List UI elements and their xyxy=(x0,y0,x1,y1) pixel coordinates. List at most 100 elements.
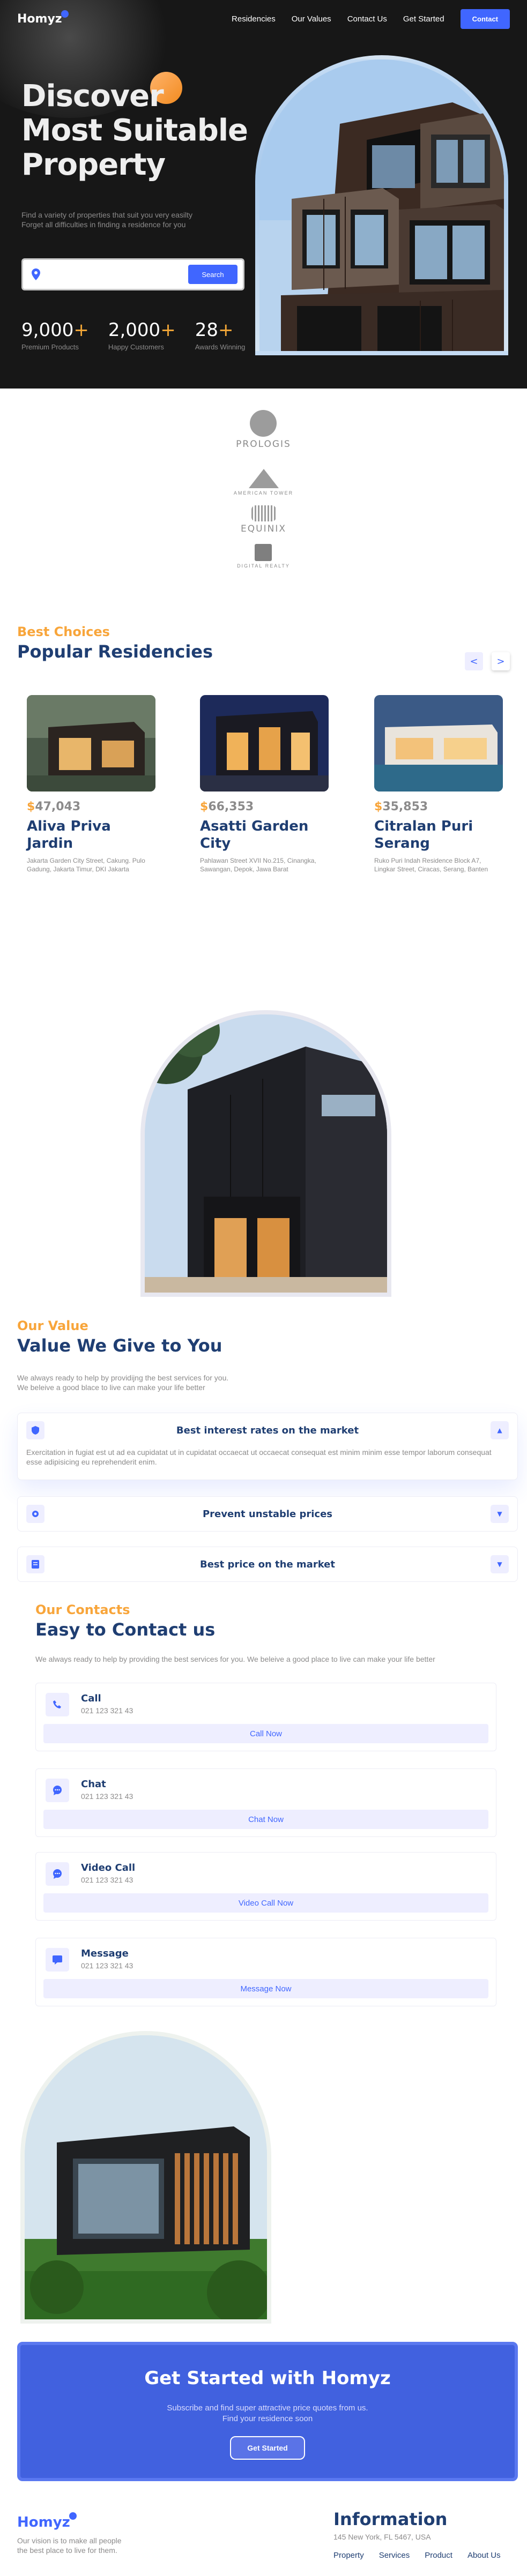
company-name: DIGITAL REALTY xyxy=(237,563,290,569)
contact-card-top: Call 021 123 321 43 xyxy=(46,1693,488,1716)
contact-card-title: Message xyxy=(81,1948,129,1959)
contact-card-top: Video Call 021 123 321 43 xyxy=(46,1862,488,1886)
hero-building-illustration xyxy=(259,59,504,351)
contact-card-chat: Chat 021 123 321 43 Chat Now xyxy=(35,1768,496,1837)
hero-title-line-3: Property xyxy=(21,147,166,182)
contact-card-title: Call xyxy=(81,1693,101,1704)
contact-card-message: Message 021 123 321 43 Message Now xyxy=(35,1938,496,2006)
stat-plus: + xyxy=(160,319,176,341)
stat-label: Awards Winning xyxy=(195,343,246,351)
residency-name: Aliva Priva Jardin xyxy=(27,818,111,852)
nav-link-get-started[interactable]: Get Started xyxy=(403,14,444,24)
footer-vision-line-1: Our vision is to make all people xyxy=(17,2536,122,2545)
footer: Homyz Our vision is to make all people t… xyxy=(0,2503,527,2563)
accordion-item-unstable-prices: Prevent unstable prices ▼ xyxy=(17,1496,518,1532)
nav-links: Residencies Our Values Contact Us Get St… xyxy=(232,9,510,29)
gear-icon xyxy=(26,1505,44,1523)
contact-tag: Our Contacts xyxy=(35,1602,130,1617)
contact-card-top: Chat 021 123 321 43 xyxy=(46,1779,488,1802)
stat-awards-winning: 28+ Awards Winning xyxy=(195,319,246,351)
hero-search-button[interactable]: Search xyxy=(188,265,237,284)
accordion-header[interactable]: Best price on the market ▼ xyxy=(18,1547,517,1581)
residency-price: $35,853 xyxy=(374,800,506,813)
footer-vision-line-2: the best place to live for them. xyxy=(17,2546,117,2555)
nav-link-contact-us[interactable]: Contact Us xyxy=(347,14,387,24)
contact-card-number: 021 123 321 43 xyxy=(81,1792,133,1801)
footer-logo[interactable]: Homyz xyxy=(17,2512,77,2530)
residencies-tag: Best Choices xyxy=(17,624,110,639)
nav-contact-button[interactable]: Contact xyxy=(460,9,510,29)
accordion-body: Exercitation in fugiat est ut ad ea cupi… xyxy=(26,1448,492,1466)
site-logo[interactable]: Homyz xyxy=(17,10,69,26)
accordion-toggle-button[interactable]: ▲ xyxy=(491,1421,509,1439)
contact-section: Our Contacts Easy to Contact us We alway… xyxy=(0,1602,527,2020)
residency-card[interactable]: $35,853 Citralan Puri Serang Ruko Puri I… xyxy=(372,695,506,873)
stat-number: 9,000+ xyxy=(21,319,89,341)
residency-price: $47,043 xyxy=(27,800,158,813)
company-american-tower: AMERICAN TOWER xyxy=(234,469,293,496)
accordion-title: Best price on the market xyxy=(199,1558,335,1570)
accordion-header[interactable]: Prevent unstable prices ▼ xyxy=(18,1497,517,1531)
equinix-logo-icon xyxy=(251,505,276,521)
footer-vision: Our vision is to make all people the bes… xyxy=(17,2536,146,2555)
hero-stats: 9,000+ Premium Products 2,000+ Happy Cus… xyxy=(21,319,245,351)
hero-search-input[interactable] xyxy=(47,265,188,283)
footer-link-property[interactable]: Property xyxy=(333,2551,364,2560)
residency-address: Ruko Puri Indah Residence Block A7, Ling… xyxy=(374,857,488,873)
footer-link-product[interactable]: Product xyxy=(425,2551,452,2560)
stat-plus: + xyxy=(218,319,234,341)
accordion-title: Prevent unstable prices xyxy=(202,1508,333,1520)
slider-prev-button[interactable]: < xyxy=(465,652,483,670)
accordion-item-interest-rates: Best interest rates on the market ▲ Exer… xyxy=(17,1413,518,1480)
get-started-button[interactable]: Get Started xyxy=(230,2436,305,2460)
currency-symbol: $ xyxy=(200,800,209,813)
nav-link-our-values[interactable]: Our Values xyxy=(292,14,331,24)
slider-next-button[interactable]: > xyxy=(492,652,510,670)
contact-card-info: Chat 021 123 321 43 xyxy=(81,1779,133,1801)
residency-image-illustration xyxy=(27,695,155,792)
shield-icon xyxy=(26,1421,44,1439)
value-description-line-2: We beleive a good blace to live can make… xyxy=(17,1383,205,1392)
accordion-header[interactable]: Best interest rates on the market ▲ xyxy=(18,1413,517,1447)
hero-search-bar: Search xyxy=(21,258,244,290)
contact-card-title: Chat xyxy=(81,1779,106,1790)
get-started-text: Subscribe and find super attractive pric… xyxy=(167,2403,368,2424)
residency-image xyxy=(200,695,329,792)
company-name: EQUINIX xyxy=(241,524,286,534)
message-now-button[interactable]: Message Now xyxy=(43,1979,488,1998)
hero-title-line-2: Most Suitable xyxy=(21,113,248,148)
chat-now-button[interactable]: Chat Now xyxy=(43,1810,488,1829)
location-pin-icon xyxy=(32,268,41,280)
phone-icon xyxy=(46,1693,69,1716)
residencies-title: Popular Residencies xyxy=(17,641,213,662)
accordion-toggle-button[interactable]: ▼ xyxy=(491,1555,509,1573)
stat-label: Premium Products xyxy=(21,343,79,351)
stat-number: 28+ xyxy=(195,319,246,341)
residency-address: Jakarta Garden City Street, Cakung. Pulo… xyxy=(27,857,145,873)
call-now-button[interactable]: Call Now xyxy=(43,1724,488,1743)
contact-card-info: Video Call 021 123 321 43 xyxy=(81,1862,135,1884)
accordion-toggle-button[interactable]: ▼ xyxy=(491,1505,509,1523)
hero-title: Discover Most Suitable Property xyxy=(21,79,257,182)
accordion-title: Best interest rates on the market xyxy=(176,1424,359,1436)
footer-link-about-us[interactable]: About Us xyxy=(467,2551,501,2560)
cube-logo-icon xyxy=(255,544,272,561)
company-equinix: EQUINIX xyxy=(241,505,286,534)
navbar: Homyz Residencies Our Values Contact Us … xyxy=(17,8,510,30)
residency-image xyxy=(27,695,155,792)
chat-icon xyxy=(46,1779,69,1802)
contact-card-number: 021 123 321 43 xyxy=(81,1876,133,1884)
residency-card[interactable]: $47,043 Aliva Priva Jardin Jakarta Garde… xyxy=(24,695,158,873)
residency-name: Asatti Garden City xyxy=(200,818,309,852)
value-image-section xyxy=(0,978,527,1302)
price-value: 35,853 xyxy=(382,800,428,813)
footer-link-services[interactable]: Services xyxy=(379,2551,410,2560)
accordion-item-best-price: Best price on the market ▼ xyxy=(17,1547,518,1582)
value-description: We always ready to help by providijng th… xyxy=(17,1373,274,1392)
residency-card[interactable]: $66,353 Asatti Garden City Pahlawan Stre… xyxy=(197,695,331,873)
message-icon xyxy=(46,1948,69,1972)
nav-link-residencies[interactable]: Residencies xyxy=(232,14,276,24)
footer-links: Property Services Product About Us xyxy=(333,2551,501,2560)
footer-address: 145 New York, FL 5467, USA xyxy=(333,2533,431,2541)
video-call-now-button[interactable]: Video Call Now xyxy=(43,1893,488,1913)
